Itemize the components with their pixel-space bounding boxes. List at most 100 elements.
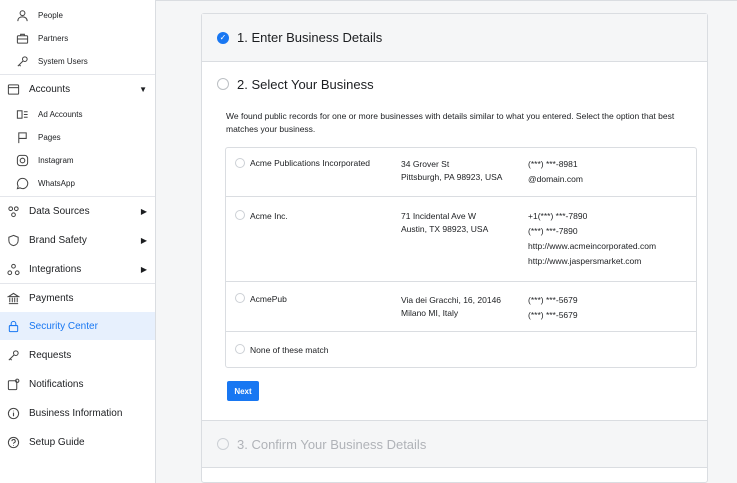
next-button[interactable]: Next	[227, 381, 259, 401]
sidebar-item-label: WhatsApp	[38, 178, 75, 188]
radio-button[interactable]	[235, 293, 245, 303]
address-line: Pittsburgh, PA 98923, USA	[401, 172, 503, 182]
contact-line: (***) ***-8981	[528, 159, 578, 169]
business-contact: (***) ***-5679 (***) ***-5679	[528, 293, 578, 323]
step-pending-icon	[217, 78, 229, 90]
business-address: 71 Incidental Ave W Austin, TX 98923, US…	[401, 210, 488, 236]
info-icon	[6, 406, 20, 420]
sidebar-item-label: Payments	[29, 292, 74, 304]
sidebar-item-setup-guide[interactable]: Setup Guide	[0, 428, 155, 456]
bank-icon	[6, 291, 20, 305]
sidebar-item-security-center[interactable]: Security Center	[0, 312, 155, 340]
sidebar-item-label: Requests	[29, 349, 72, 361]
sidebar-item-notifications[interactable]: Notifications	[0, 370, 155, 398]
business-name: Acme Publications Incorporated	[250, 158, 371, 168]
shield-icon	[6, 233, 20, 247]
sidebar-item-label: People	[38, 10, 63, 20]
flag-icon	[15, 130, 29, 144]
step-3-header: 3. Confirm Your Business Details	[202, 420, 707, 468]
business-option[interactable]: Acme Publications Incorporated 34 Grover…	[226, 148, 696, 197]
sidebar-item-business-information[interactable]: Business Information	[0, 399, 155, 427]
sidebar-item-label: Pages	[38, 132, 61, 142]
sidebar-item-label: Brand Safety	[29, 234, 87, 246]
address-line: Austin, TX 98923, USA	[401, 224, 489, 234]
business-option-none[interactable]: None of these match	[226, 332, 696, 368]
sidebar-item-whatsapp[interactable]: WhatsApp	[0, 172, 155, 194]
chevron-down-icon[interactable]: ▼	[139, 85, 147, 94]
sidebar-item-ad-accounts[interactable]: Ad Accounts	[0, 103, 155, 125]
business-name: Acme Inc.	[250, 211, 288, 221]
business-contact: +1(***) ***-7890 (***) ***-7890 http://w…	[528, 209, 656, 269]
contact-line: (***) ***-7890	[528, 226, 578, 236]
business-settings-app: People Partners System Users Accounts ▼ …	[0, 0, 737, 483]
business-option[interactable]: Acme Inc. 71 Incidental Ave W Austin, TX…	[226, 197, 696, 282]
person-icon	[15, 8, 29, 22]
step-1-title: 1. Enter Business Details	[237, 30, 383, 45]
chevron-right-icon[interactable]: ▶	[141, 236, 147, 245]
lock-icon	[6, 319, 20, 333]
contact-line: (***) ***-5679	[528, 310, 578, 320]
sidebar-item-pages[interactable]: Pages	[0, 126, 155, 148]
address-line: 71 Incidental Ave W	[401, 211, 476, 221]
business-contact: (***) ***-8981 @domain.com	[528, 157, 583, 187]
sidebar: People Partners System Users Accounts ▼ …	[0, 0, 156, 483]
top-divider	[156, 0, 737, 1]
business-address: 34 Grover St Pittsburgh, PA 98923, USA	[401, 158, 502, 184]
whatsapp-icon	[15, 176, 29, 190]
sidebar-item-system-users[interactable]: System Users	[0, 50, 155, 72]
sidebar-item-instagram[interactable]: Instagram	[0, 149, 155, 171]
radio-button[interactable]	[235, 210, 245, 220]
sidebar-item-partners[interactable]: Partners	[0, 27, 155, 49]
business-option[interactable]: AcmePub Via dei Gracchi, 16, 20146 Milan…	[226, 282, 696, 332]
sidebar-item-integrations[interactable]: Integrations ▶	[0, 255, 155, 283]
contact-line: http://www.acmeincorporated.com	[528, 241, 657, 251]
help-icon	[6, 435, 20, 449]
requests-icon	[6, 348, 20, 362]
step-2-header: 2. Select Your Business	[202, 70, 707, 98]
sidebar-item-label: Partners	[38, 33, 69, 43]
sidebar-item-label: Setup Guide	[29, 436, 85, 448]
sidebar-item-label: Instagram	[38, 155, 74, 165]
radio-button[interactable]	[235, 158, 245, 168]
business-name: AcmePub	[250, 294, 287, 304]
address-line: Milano MI, Italy	[401, 308, 459, 318]
address-line: 34 Grover St	[401, 159, 450, 169]
sidebar-item-label: System Users	[38, 56, 88, 66]
sidebar-item-label: Ad Accounts	[38, 109, 83, 119]
sidebar-item-label: Accounts	[29, 83, 71, 95]
sidebar-item-label: Security Center	[29, 320, 98, 332]
sidebar-item-accounts[interactable]: Accounts ▼	[0, 75, 155, 103]
sidebar-item-brand-safety[interactable]: Brand Safety ▶	[0, 226, 155, 254]
contact-line: (***) ***-5679	[528, 295, 578, 305]
data-sources-icon	[6, 204, 20, 218]
key-icon	[15, 54, 29, 68]
sidebar-item-people[interactable]: People	[0, 4, 155, 26]
contact-line: @domain.com	[528, 174, 583, 184]
instagram-icon	[15, 153, 29, 167]
business-name: None of these match	[250, 345, 329, 355]
sidebar-item-data-sources[interactable]: Data Sources ▶	[0, 197, 155, 225]
step-pending-icon	[217, 438, 229, 450]
sidebar-item-label: Notifications	[29, 378, 84, 390]
step-description: We found public records for one or more …	[226, 111, 675, 134]
sidebar-item-label: Business Information	[29, 407, 123, 419]
accounts-icon	[6, 82, 20, 96]
sidebar-item-payments[interactable]: Payments	[0, 284, 155, 312]
business-options-list: Acme Publications Incorporated 34 Grover…	[225, 147, 697, 368]
address-line: Via dei Gracchi, 16, 20146	[401, 295, 502, 305]
briefcase-icon	[15, 31, 29, 45]
notifications-icon	[6, 377, 20, 391]
radio-button[interactable]	[235, 344, 245, 354]
step-1-header[interactable]: ✓ 1. Enter Business Details	[202, 14, 707, 62]
chevron-right-icon[interactable]: ▶	[141, 207, 147, 216]
sidebar-item-label: Integrations	[29, 263, 82, 275]
contact-line: +1(***) ***-7890	[528, 211, 588, 221]
sidebar-item-requests[interactable]: Requests	[0, 341, 155, 369]
chevron-right-icon[interactable]: ▶	[141, 265, 147, 274]
sidebar-item-label: Data Sources	[29, 205, 90, 217]
ad-accounts-icon	[15, 107, 29, 121]
step-2-title: 2. Select Your Business	[237, 76, 374, 92]
contact-line: http://www.jaspersmarket.com	[528, 256, 642, 266]
business-verification-card: ✓ 1. Enter Business Details 2. Select Yo…	[201, 13, 708, 483]
step-3-title: 3. Confirm Your Business Details	[237, 436, 427, 452]
